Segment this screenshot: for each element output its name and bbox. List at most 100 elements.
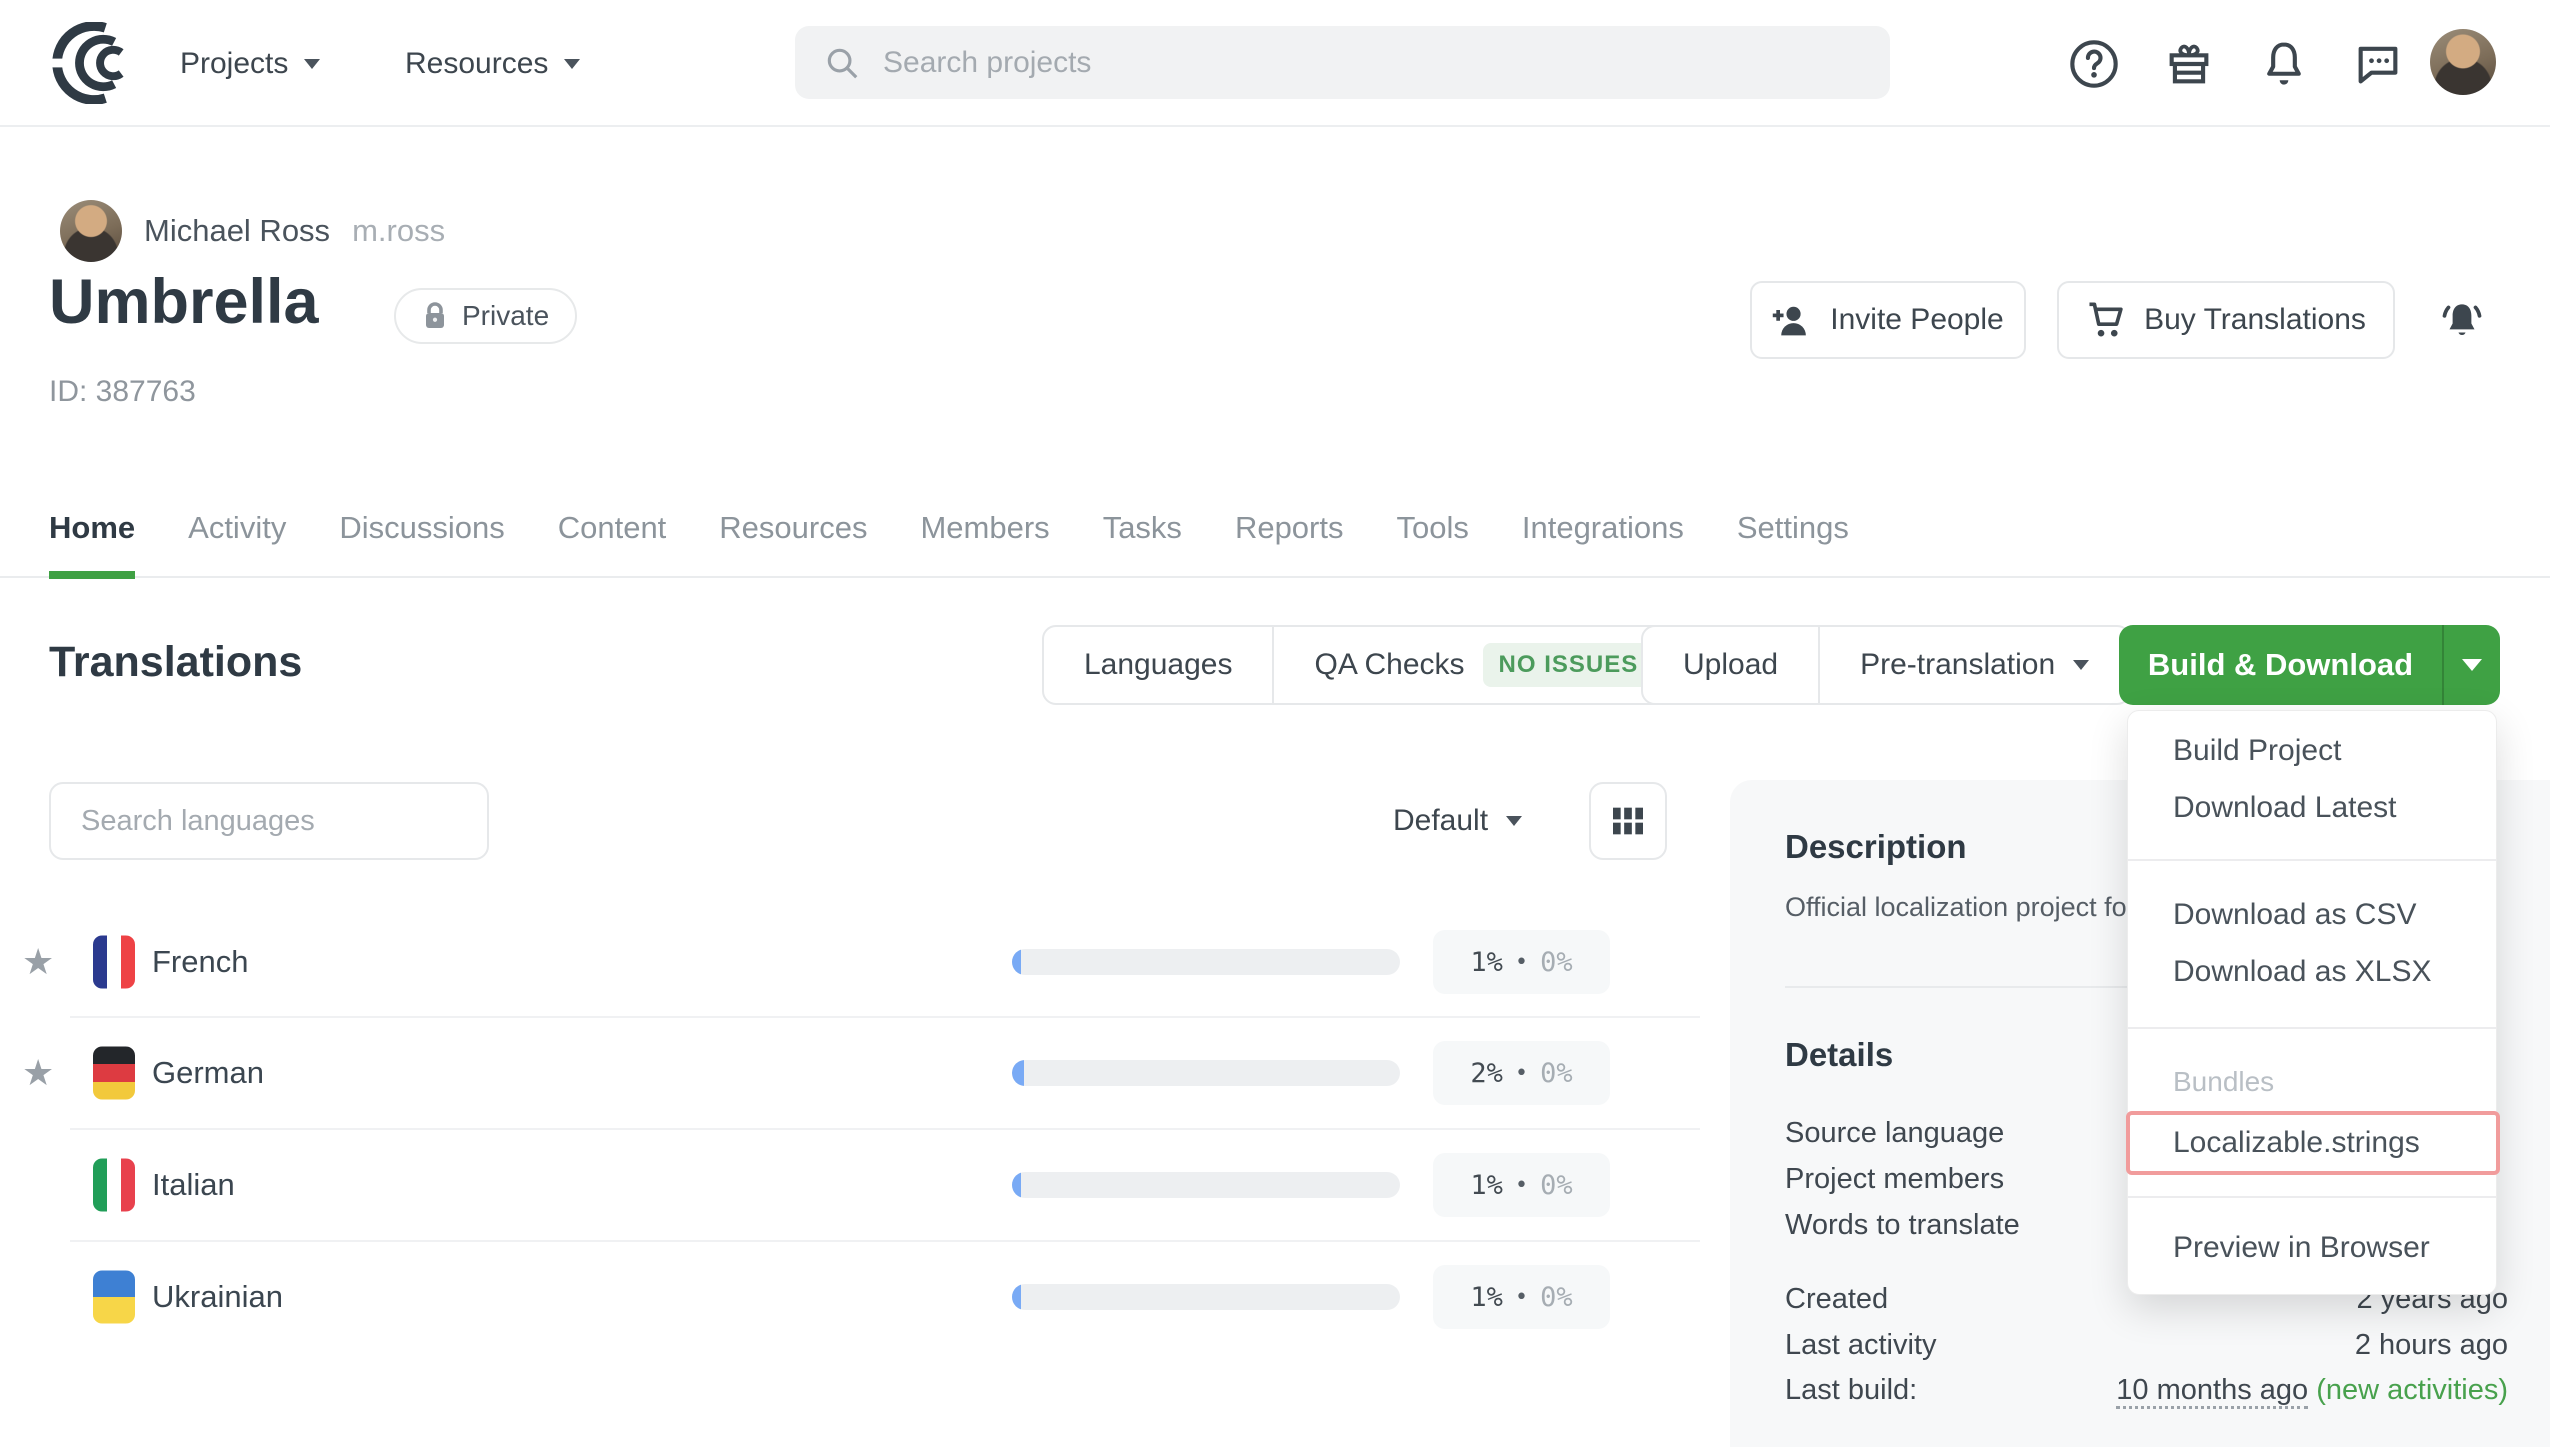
upload-button-group: Upload Pre-translation [1641, 625, 2131, 705]
nav-resources-label: Resources [405, 47, 548, 81]
logo-icon [49, 22, 137, 104]
progress-fill [1012, 1060, 1024, 1086]
person-plus-icon [1772, 302, 1812, 338]
progress-badge: 1% • 0% [1433, 1153, 1610, 1217]
approved-percent: 0% [1540, 1282, 1573, 1313]
favorite-star-icon[interactable]: ★ [22, 1052, 54, 1094]
project-owner[interactable]: Michael Ross m.ross [60, 200, 445, 262]
language-row-german[interactable]: ★ German 2% • 0% [0, 1025, 1700, 1121]
new-activities-link[interactable]: (new activities) [2316, 1374, 2508, 1406]
menu-item-download-xlsx[interactable]: Download as XLSX [2128, 944, 2496, 1000]
user-avatar[interactable] [2430, 29, 2496, 95]
qa-checks-button[interactable]: QA Checks NO ISSUES [1272, 627, 1694, 703]
tab-discussions[interactable]: Discussions [339, 479, 504, 577]
tab-members[interactable]: Members [920, 479, 1049, 577]
nav-menu-projects[interactable]: Projects [180, 0, 320, 127]
language-search[interactable] [49, 782, 489, 860]
language-row-french[interactable]: ★ French 1% • 0% [0, 914, 1700, 1010]
invite-people-button[interactable]: Invite People [1750, 281, 2026, 359]
details-title: Details [1785, 1036, 1893, 1074]
view-toggle-button[interactable] [1589, 782, 1667, 860]
global-search[interactable] [795, 26, 1890, 99]
messages-icon-button[interactable] [2352, 38, 2404, 90]
tab-integrations[interactable]: Integrations [1522, 479, 1684, 577]
bell-ring-icon [2437, 296, 2487, 346]
progress-badge: 1% • 0% [1433, 1265, 1610, 1329]
languages-label: Languages [1084, 648, 1232, 682]
lock-icon [422, 301, 448, 331]
invite-people-label: Invite People [1830, 303, 2003, 337]
translated-percent: 2% [1470, 1058, 1503, 1089]
top-nav-bar: Projects Resources [0, 0, 2550, 127]
gifts-icon-button[interactable] [2163, 38, 2215, 90]
build-download-caret-button[interactable] [2442, 625, 2500, 705]
upload-button[interactable]: Upload [1643, 627, 1818, 703]
progress-badge: 1% • 0% [1433, 930, 1610, 994]
upload-label: Upload [1683, 648, 1778, 682]
row-divider [70, 1016, 1700, 1018]
menu-item-download-csv[interactable]: Download as CSV [2128, 887, 2496, 943]
menu-divider [2128, 1027, 2496, 1029]
progress-bar [1012, 1060, 1400, 1086]
project-notifications-button[interactable] [2437, 296, 2487, 346]
nav-menu-resources[interactable]: Resources [405, 0, 580, 127]
tab-activity[interactable]: Activity [188, 479, 286, 577]
dot-separator: • [1515, 950, 1528, 975]
tab-reports[interactable]: Reports [1235, 479, 1344, 577]
tab-tasks[interactable]: Tasks [1103, 479, 1182, 577]
sort-select[interactable]: Default [1393, 782, 1522, 860]
menu-item-localizable-strings[interactable]: Localizable.strings [2126, 1111, 2500, 1175]
favorite-star-icon[interactable]: ★ [22, 941, 54, 983]
menu-item-preview-in-browser[interactable]: Preview in Browser [2128, 1220, 2496, 1276]
help-icon-button[interactable] [2068, 38, 2120, 90]
chevron-down-icon [1506, 816, 1522, 826]
detail-label: Last build: [1785, 1374, 1917, 1407]
bell-icon [2258, 38, 2310, 90]
chevron-down-icon [2462, 659, 2482, 671]
last-build-link[interactable]: 10 months ago [2116, 1374, 2308, 1409]
private-label: Private [462, 300, 549, 332]
build-download-menu: Build Project Download Latest Download a… [2127, 710, 2497, 1295]
nav-projects-label: Projects [180, 47, 288, 81]
build-download-label: Build & Download [2148, 647, 2413, 683]
search-projects-input[interactable] [883, 46, 1783, 80]
chat-icon [2352, 38, 2404, 90]
progress-fill [1012, 1172, 1021, 1198]
cart-icon [2086, 301, 2126, 339]
pretranslation-button[interactable]: Pre-translation [1818, 627, 2129, 703]
qa-status-badge: NO ISSUES [1483, 643, 1655, 687]
progress-bar [1012, 1172, 1400, 1198]
tab-home[interactable]: Home [49, 479, 135, 577]
qa-button-group: Languages QA Checks NO ISSUES [1042, 625, 1696, 705]
flag-france-icon [93, 936, 135, 989]
buy-translations-button[interactable]: Buy Translations [2057, 281, 2395, 359]
detail-label: Project members [1785, 1163, 2004, 1196]
tab-content[interactable]: Content [558, 479, 667, 577]
menu-item-build-project[interactable]: Build Project [2128, 723, 2496, 779]
tab-resources[interactable]: Resources [719, 479, 867, 577]
chevron-down-icon [2073, 660, 2089, 670]
language-row-ukrainian[interactable]: Ukrainian 1% • 0% [0, 1249, 1700, 1345]
search-languages-input[interactable] [81, 805, 457, 838]
sort-select-label: Default [1393, 804, 1488, 838]
owner-name: Michael Ross [144, 213, 330, 249]
tab-tools[interactable]: Tools [1396, 479, 1468, 577]
menu-header-bundles: Bundles [2128, 1054, 2496, 1110]
row-divider [70, 1128, 1700, 1130]
translated-percent: 1% [1470, 947, 1503, 978]
language-row-italian[interactable]: Italian 1% • 0% [0, 1137, 1700, 1233]
owner-avatar [60, 200, 122, 262]
progress-fill [1012, 1284, 1021, 1310]
build-download-button[interactable]: Build & Download [2119, 625, 2442, 705]
build-download-split-button: Build & Download [2119, 625, 2500, 705]
buy-translations-label: Buy Translations [2144, 303, 2366, 337]
progress-fill [1012, 949, 1021, 975]
languages-button[interactable]: Languages [1044, 627, 1272, 703]
menu-divider [2128, 1196, 2496, 1198]
tab-settings[interactable]: Settings [1737, 479, 1849, 577]
approved-percent: 0% [1540, 1058, 1573, 1089]
notifications-icon-button[interactable] [2258, 38, 2310, 90]
menu-item-download-latest[interactable]: Download Latest [2128, 780, 2496, 836]
app-logo[interactable] [49, 22, 137, 104]
progress-badge: 2% • 0% [1433, 1041, 1610, 1105]
